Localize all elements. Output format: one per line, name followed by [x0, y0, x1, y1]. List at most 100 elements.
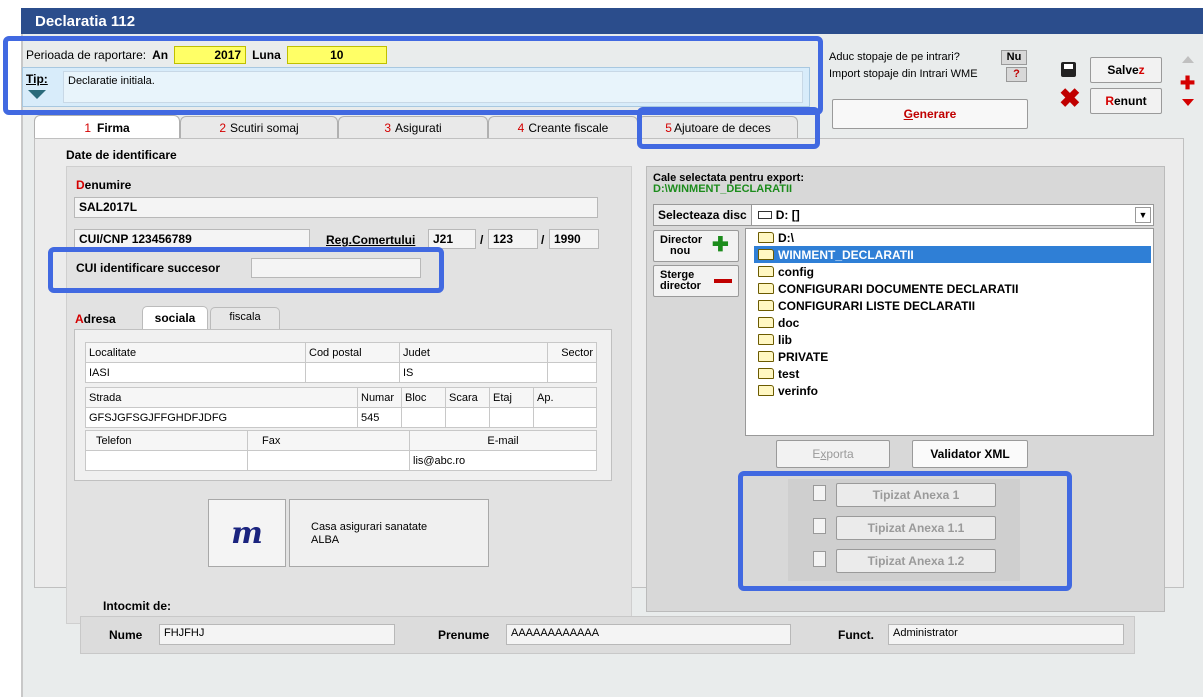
- col-etaj: Etaj: [489, 387, 534, 408]
- title-bar: Declaratia 112: [21, 8, 1203, 34]
- tree-item[interactable]: test: [758, 365, 799, 382]
- disk-selector[interactable]: Selecteaza disc D: [] ▼: [653, 204, 1154, 226]
- telefon-value[interactable]: [85, 450, 248, 471]
- bloc-value[interactable]: [401, 407, 446, 428]
- col-strada: Strada: [85, 387, 358, 408]
- folder-icon: [758, 300, 774, 311]
- ap-value[interactable]: [533, 407, 597, 428]
- health-logo-button[interactable]: m: [208, 499, 286, 567]
- tab-ajutoare-deces[interactable]: 5 Ajutoare de deces: [638, 116, 798, 138]
- numar-value[interactable]: 545: [357, 407, 402, 428]
- sector-value[interactable]: [547, 362, 597, 383]
- prepared-title: Intocmit de:: [103, 599, 171, 613]
- month-label: Luna: [252, 48, 281, 62]
- disk-label: Selecteaza disc: [654, 205, 752, 225]
- window-title: Declaratia 112: [35, 12, 136, 30]
- reg-part1-input[interactable]: J21: [428, 229, 476, 249]
- nume-input[interactable]: FHJFHJ: [159, 624, 395, 645]
- folder-icon: [758, 334, 774, 345]
- etaj-value[interactable]: [489, 407, 534, 428]
- generate-button[interactable]: Generare: [832, 99, 1028, 129]
- address-tab-fiscala[interactable]: fiscala: [210, 307, 280, 329]
- col-email: E-mail: [409, 430, 597, 451]
- fax-value[interactable]: [247, 450, 410, 471]
- scroll-down-icon[interactable]: [1182, 99, 1194, 106]
- document-icon: [813, 485, 826, 501]
- cod-postal-value[interactable]: [305, 362, 400, 383]
- tab-creante-fiscale[interactable]: 4 Creante fiscale: [488, 116, 638, 138]
- save-button[interactable]: Salve z: [1090, 57, 1162, 83]
- tipizat-anexa-1-1-button[interactable]: Tipizat Anexa 1.1: [836, 516, 996, 540]
- funct-label: Funct.: [838, 628, 874, 642]
- folder-icon: [758, 266, 774, 277]
- period-row: Perioada de raportare: An 2017 Luna 10: [26, 46, 387, 64]
- reg-separator-2: /: [541, 233, 545, 247]
- address-tab-label: Adresa: [75, 312, 116, 326]
- tree-item[interactable]: doc: [758, 314, 799, 331]
- tip-dropdown-icon[interactable]: [28, 90, 46, 99]
- identification-title: Date de identificare: [66, 148, 177, 162]
- tree-item[interactable]: CONFIGURARI DOCUMENTE DECLARATII: [758, 280, 1018, 297]
- prenume-input[interactable]: AAAAAAAAAAAA: [506, 624, 791, 645]
- email-value[interactable]: lis@abc.ro: [409, 450, 597, 471]
- tipizat-anexa-1-button[interactable]: Tipizat Anexa 1: [836, 483, 996, 507]
- tree-item[interactable]: CONFIGURARI LISTE DECLARATII: [758, 297, 975, 314]
- col-bloc: Bloc: [401, 387, 446, 408]
- month-input[interactable]: 10: [286, 46, 387, 64]
- import-value[interactable]: ?: [1006, 67, 1027, 82]
- add-icon[interactable]: ✚: [1180, 74, 1195, 92]
- tree-item[interactable]: lib: [758, 331, 792, 348]
- year-input[interactable]: 2017: [174, 46, 247, 64]
- folder-icon: [758, 317, 774, 328]
- open-folder-icon: [758, 232, 774, 243]
- reg-part3-input[interactable]: 1990: [549, 229, 599, 249]
- tree-item[interactable]: verinfo: [758, 382, 818, 399]
- strada-value[interactable]: GFSJGFSGJFFGHDFJDFG: [85, 407, 358, 428]
- tree-item[interactable]: config: [758, 263, 814, 280]
- disk-value: D: []: [775, 208, 800, 222]
- disk-dropdown-icon[interactable]: ▼: [1135, 207, 1151, 223]
- denumire-input[interactable]: SAL2017L: [74, 197, 598, 218]
- directory-tree[interactable]: D:\ WINMENT_DECLARATII config CONFIGURAR…: [745, 228, 1154, 436]
- stopaje-value[interactable]: Nu: [1001, 50, 1027, 65]
- cui-input[interactable]: CUI/CNP 123456789: [74, 229, 310, 249]
- funct-input[interactable]: Administrator: [888, 624, 1124, 645]
- export-button[interactable]: Ex porta: [776, 440, 890, 468]
- col-numar: Numar: [357, 387, 402, 408]
- prenume-label: Prenume: [438, 628, 490, 642]
- address-table-row2: Strada Numar Bloc Scara Etaj Ap. GFSJGFS…: [85, 387, 597, 428]
- address-tab-sociala[interactable]: sociala: [142, 306, 208, 330]
- tab-asigurati[interactable]: 3 Asigurati: [338, 116, 488, 138]
- scroll-up-icon[interactable]: [1182, 56, 1194, 63]
- denumire-label: Denumire: [76, 178, 132, 192]
- year-label: An: [152, 48, 169, 62]
- document-icon: [813, 518, 826, 534]
- tree-root[interactable]: D:\: [758, 229, 794, 246]
- successor-input[interactable]: [251, 258, 421, 278]
- tree-item[interactable]: PRIVATE: [758, 348, 828, 365]
- reg-separator-1: /: [480, 233, 484, 247]
- tree-item-selected[interactable]: WINMENT_DECLARATII: [754, 246, 1151, 263]
- health-house-box[interactable]: Casa asigurari sanatate ALBA: [289, 499, 489, 567]
- reg-label: Reg.Comertului: [326, 233, 416, 247]
- tab-scutiri-somaj[interactable]: 2 Scutiri somaj: [180, 116, 338, 138]
- localitate-value[interactable]: IASI: [85, 362, 306, 383]
- m-logo-icon: m: [231, 515, 263, 551]
- tip-value[interactable]: Declaratie initiala.: [63, 71, 803, 103]
- health-house-city: ALBA: [311, 534, 340, 546]
- col-telefon: Telefon: [85, 430, 248, 451]
- col-judet: Judet: [399, 342, 548, 363]
- reg-part2-input[interactable]: 123: [488, 229, 538, 249]
- judet-value[interactable]: IS: [399, 362, 548, 383]
- cancel-x-icon: ✖: [1059, 83, 1081, 113]
- scara-value[interactable]: [445, 407, 490, 428]
- stopaje-label: Aduc stopaje de pe intrari?: [829, 51, 960, 63]
- tab-firma[interactable]: 1 Firma: [34, 115, 180, 139]
- col-localitate: Localitate: [85, 342, 306, 363]
- validator-xml-button[interactable]: Validator XML: [912, 440, 1028, 468]
- tipizat-anexa-1-2-button[interactable]: Tipizat Anexa 1.2: [836, 549, 996, 573]
- folder-icon: [758, 283, 774, 294]
- import-label: Import stopaje din Intrari WME: [829, 68, 978, 80]
- cancel-button[interactable]: Renunt: [1090, 88, 1162, 114]
- col-cod-postal: Cod postal: [305, 342, 400, 363]
